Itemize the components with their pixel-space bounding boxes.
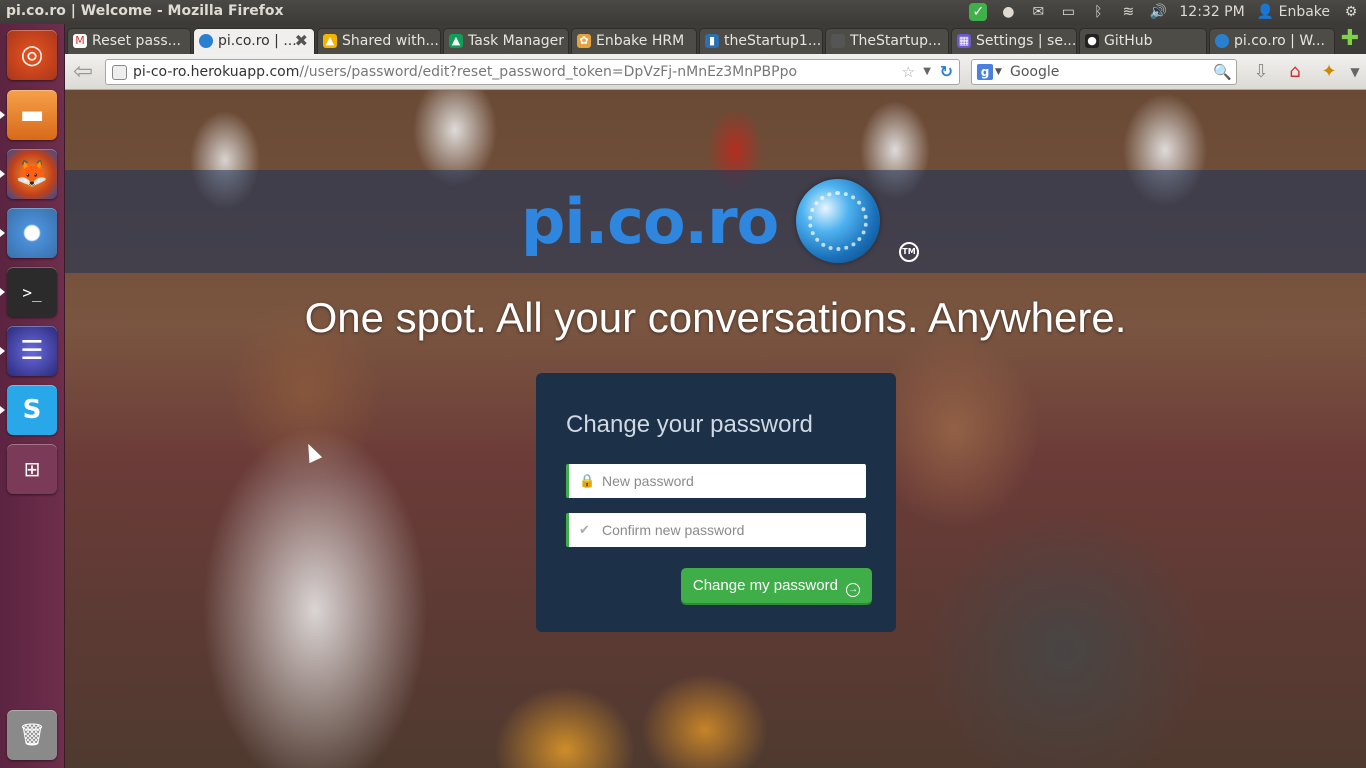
- drive-icon: ▲: [449, 34, 463, 48]
- chrome-icon[interactable]: [0, 208, 57, 258]
- arrow-right-circle-icon: →: [846, 583, 861, 597]
- tab-label: Task Manager: [468, 33, 565, 49]
- globe-logo-icon: [796, 179, 881, 263]
- tab-label: Settings | se...: [976, 33, 1077, 49]
- workspace-switcher-icon[interactable]: ⊞: [7, 444, 57, 494]
- new-password-placeholder: New password: [602, 473, 694, 489]
- tab-label: Enbake HRM: [596, 33, 685, 49]
- check-icon[interactable]: ✓: [969, 3, 988, 21]
- gmail-icon: M: [73, 34, 87, 48]
- menu-dropdown-icon[interactable]: ▼: [1343, 60, 1366, 84]
- tab-settings[interactable]: ▦ Settings | se...: [951, 28, 1077, 54]
- eclipse-icon[interactable]: ☰: [0, 326, 57, 376]
- url-bar[interactable]: pi-co-ro.herokuapp.com//users/password/e…: [105, 59, 960, 85]
- hrm-icon: ✿: [577, 34, 591, 48]
- launcher: ◎ ▬ 🦊 >_ ☰ S ⊞ 🗑: [0, 24, 65, 768]
- volume-icon[interactable]: 🔊: [1149, 3, 1167, 21]
- change-password-form: Change your password 🔒 New password ✔ Co…: [536, 373, 896, 632]
- tab-thestartup[interactable]: TheStartup...: [825, 28, 949, 54]
- downloads-icon[interactable]: ⇩: [1249, 60, 1273, 84]
- mail-icon[interactable]: ✉: [1029, 3, 1047, 21]
- user-name: Enbake: [1278, 4, 1330, 20]
- tagline: One spot. All your conversations. Anywhe…: [304, 294, 1127, 341]
- picoro-icon: [199, 34, 213, 48]
- lock-icon: 🔒: [579, 473, 596, 488]
- picoro-icon: [1215, 34, 1229, 48]
- confirm-password-field[interactable]: ✔ Confirm new password: [566, 513, 866, 547]
- tab-bar: M Reset pass... pi.co.ro | ... ✖ ▲ Share…: [65, 24, 1366, 54]
- reload-icon[interactable]: ↻: [940, 60, 953, 84]
- new-password-field[interactable]: 🔒 New password: [566, 464, 866, 498]
- tab-label: GitHub: [1104, 33, 1153, 49]
- tab-label: Reset pass...: [92, 33, 181, 49]
- form-title: Change your password: [566, 411, 813, 438]
- new-tab-button[interactable]: ✚: [1338, 28, 1362, 52]
- change-password-button[interactable]: Change my password →: [681, 568, 872, 603]
- google-engine-icon[interactable]: g: [977, 64, 993, 80]
- mouse-cursor: [301, 440, 323, 464]
- url-path: //users/password/edit?reset_password_tok…: [299, 64, 798, 80]
- top-panel: pi.co.ro | Welcome - Mozilla Firefox ✓ ●…: [0, 0, 1366, 24]
- bookmark-star-icon[interactable]: ☆: [902, 60, 915, 84]
- confirm-password-placeholder: Confirm new password: [602, 522, 745, 538]
- picoro-logo[interactable]: pi.co.ro: [521, 176, 881, 266]
- battery-icon[interactable]: ▭: [1059, 3, 1077, 21]
- search-placeholder: Google: [1010, 64, 1060, 80]
- tab-enbake-hrm[interactable]: ✿ Enbake HRM: [571, 28, 697, 54]
- site-identity-icon[interactable]: [112, 65, 127, 80]
- tab-label: pi.co.ro | W...: [1234, 33, 1325, 49]
- clock[interactable]: 12:32 PM: [1179, 4, 1244, 20]
- search-icon[interactable]: 🔍: [1213, 60, 1232, 84]
- trash-icon[interactable]: 🗑: [7, 710, 57, 760]
- tab-picoro-active[interactable]: pi.co.ro | ... ✖: [193, 28, 315, 54]
- settings-icon: ▦: [957, 34, 971, 48]
- page-icon: [831, 34, 845, 48]
- tab-github[interactable]: ● GitHub: [1079, 28, 1207, 54]
- page-content: pi.co.ro TM One spot. All your conversat…: [65, 90, 1366, 768]
- search-bar[interactable]: g ▼ Google 🔍: [971, 59, 1237, 85]
- bluetooth-icon[interactable]: ᛒ: [1089, 3, 1107, 21]
- files-icon[interactable]: ▬: [0, 90, 57, 140]
- engine-dropdown-icon[interactable]: ▼: [995, 60, 1002, 84]
- trademark-icon: TM: [899, 242, 919, 262]
- firefox-icon[interactable]: 🦊: [0, 149, 57, 199]
- tab-label: TheStartup...: [850, 33, 942, 49]
- system-tray: ✓ ● ✉ ▭ ᛒ ≋ 🔊 12:32 PM 👤 Enbake ⚙: [969, 2, 1360, 22]
- back-button[interactable]: ⇦: [69, 58, 97, 86]
- window-title: pi.co.ro | Welcome - Mozilla Firefox: [6, 3, 284, 19]
- trello-icon: ▮: [705, 34, 719, 48]
- ubuntu-dash-icon[interactable]: ◎: [7, 30, 57, 80]
- tab-picoro-welcome[interactable]: pi.co.ro | W...: [1209, 28, 1335, 54]
- tab-reset-password[interactable]: M Reset pass...: [67, 28, 191, 54]
- tab-task-manager[interactable]: ▲ Task Manager: [443, 28, 569, 54]
- wifi-icon[interactable]: ≋: [1119, 3, 1137, 21]
- gear-icon[interactable]: ⚙: [1342, 3, 1360, 21]
- navigation-bar: ⇦ pi-co-ro.herokuapp.com//users/password…: [65, 54, 1366, 90]
- chrome-status-icon[interactable]: ●: [999, 3, 1017, 21]
- logo-text: pi.co.ro: [521, 184, 779, 258]
- tab-label: theStartup1...: [724, 33, 822, 49]
- user-icon: 👤: [1256, 4, 1275, 20]
- url-host: pi-co-ro.herokuapp.com: [133, 64, 300, 80]
- home-icon[interactable]: ⌂: [1283, 60, 1307, 84]
- skype-icon[interactable]: S: [0, 385, 57, 435]
- close-tab-icon[interactable]: ✖: [295, 29, 308, 53]
- terminal-icon[interactable]: >_: [0, 267, 57, 317]
- url-dropdown-icon[interactable]: ▼: [923, 60, 931, 84]
- submit-label: Change my password: [692, 577, 838, 594]
- drive-icon: ▲: [323, 34, 337, 48]
- tab-thestartup1[interactable]: ▮ theStartup1...: [699, 28, 823, 54]
- github-icon: ●: [1085, 34, 1099, 48]
- tab-shared-with[interactable]: ▲ Shared with...: [317, 28, 441, 54]
- addon-icon[interactable]: ✦: [1317, 60, 1341, 84]
- tab-label: Shared with...: [342, 33, 439, 49]
- tab-label: pi.co.ro | ...: [218, 33, 297, 49]
- user-menu[interactable]: 👤 Enbake: [1257, 4, 1330, 20]
- check-icon: ✔: [579, 522, 590, 537]
